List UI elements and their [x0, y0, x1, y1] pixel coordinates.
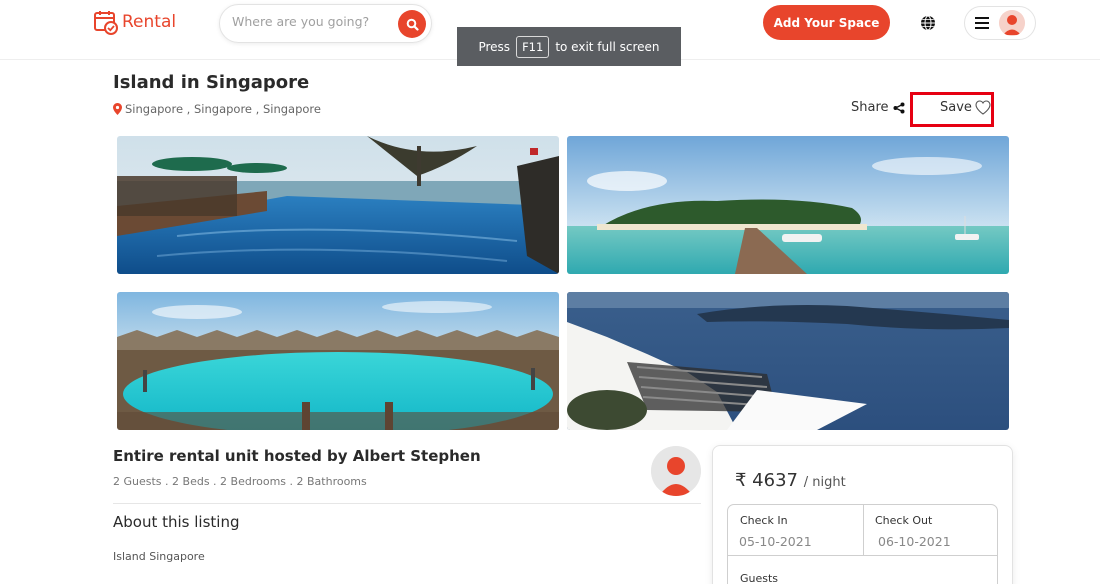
user-menu-button[interactable] — [964, 6, 1036, 40]
share-button[interactable]: Share — [851, 100, 905, 115]
water-villas-image — [117, 292, 559, 430]
hamburger-menu-icon — [975, 17, 989, 29]
date-guest-selector: Check In 05-10-2021 Check Out 06-10-2021… — [727, 504, 998, 584]
location-text: Singapore , Singapore , Singapore — [125, 102, 321, 116]
user-avatar — [999, 10, 1025, 36]
search-icon — [406, 18, 419, 31]
brand-logo[interactable]: Rental — [93, 9, 176, 35]
nightly-price: ₹ 4637 / night — [735, 470, 846, 491]
search-bar — [219, 4, 432, 43]
about-text: Island Singapore — [113, 550, 205, 563]
island-pier-image — [567, 136, 1009, 274]
host-avatar-icon — [651, 446, 701, 496]
caldera-view-image — [567, 292, 1009, 430]
price-value: ₹ 4637 — [735, 470, 798, 491]
fullscreen-notice-suffix: to exit full screen — [555, 39, 660, 54]
search-button[interactable] — [398, 10, 426, 38]
fullscreen-notice-prefix: Press — [478, 39, 511, 54]
check-out-label: Check Out — [875, 514, 933, 527]
section-divider — [113, 503, 701, 504]
fullscreen-notice: Press F11 to exit full screen — [457, 27, 681, 66]
listing-photo-island-pier[interactable] — [567, 136, 1009, 274]
check-in-input[interactable]: 05-10-2021 — [739, 534, 812, 549]
user-avatar-icon — [999, 10, 1025, 36]
listing-photo-caldera-view[interactable] — [567, 292, 1009, 430]
add-your-space-button[interactable]: Add Your Space — [763, 5, 890, 40]
share-label: Share — [851, 100, 889, 115]
globe-icon[interactable] — [919, 14, 937, 32]
search-input[interactable] — [232, 14, 392, 29]
listing-specs: 2 Guests . 2 Beds . 2 Bedrooms . 2 Bathr… — [113, 475, 367, 488]
brand-name: Rental — [122, 12, 177, 32]
fullscreen-key: F11 — [516, 35, 550, 58]
listing-title: Island in Singapore — [113, 72, 310, 93]
listing-photo-water-villas[interactable] — [117, 292, 559, 430]
price-unit: / night — [803, 475, 846, 490]
guests-selector[interactable]: Guests — [740, 572, 778, 584]
calendar-logo-icon — [94, 11, 118, 35]
about-heading: About this listing — [113, 513, 240, 531]
listing-photo-resort-pool[interactable] — [117, 136, 559, 274]
check-in-label: Check In — [740, 514, 788, 527]
date-divider-vertical — [863, 505, 864, 555]
resort-pool-image — [117, 136, 559, 274]
save-label: Save — [940, 100, 972, 115]
save-button[interactable]: Save — [940, 100, 991, 115]
share-icon — [893, 102, 905, 113]
host-avatar[interactable] — [651, 446, 701, 496]
date-divider-horizontal — [728, 555, 997, 556]
check-out-input[interactable]: 06-10-2021 — [878, 534, 951, 549]
heart-icon — [975, 100, 991, 115]
location-pin-icon — [113, 103, 122, 115]
listing-location: Singapore , Singapore , Singapore — [113, 102, 321, 116]
host-heading: Entire rental unit hosted by Albert Step… — [113, 447, 481, 465]
